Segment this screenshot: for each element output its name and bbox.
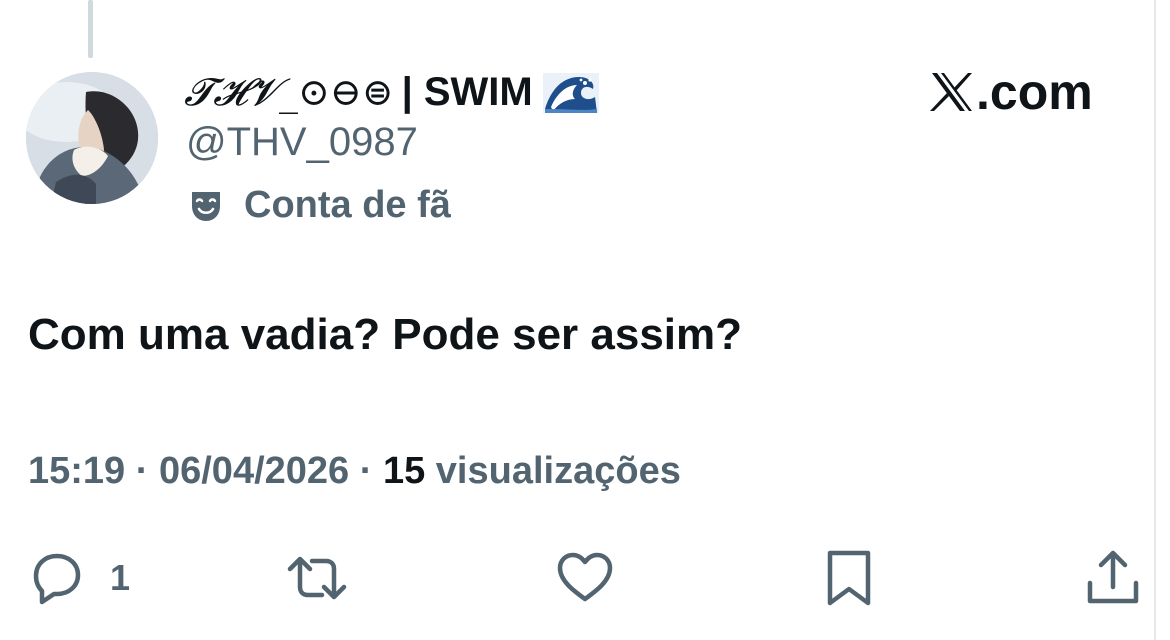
theater-mask-icon: [192, 191, 220, 221]
x-com-logo: .com: [930, 62, 1093, 122]
x-logo-icon: [930, 73, 972, 111]
display-name-bold: | SWIM: [401, 69, 533, 114]
reply-count: 1: [110, 557, 131, 598]
reply-icon: [33, 553, 81, 605]
author-handle[interactable]: @THV_0987: [186, 120, 418, 165]
meta-separator: ·: [135, 450, 149, 492]
retweet-button[interactable]: [286, 545, 348, 611]
tweet-action-bar: 1: [0, 545, 1170, 615]
fan-account-label: Conta de fã: [244, 184, 451, 226]
avatar[interactable]: [26, 72, 158, 204]
share-icon: [1087, 550, 1139, 604]
like-icon: [557, 552, 613, 602]
tweet-time[interactable]: 15:19: [28, 450, 125, 492]
tweet-text: Com uma vadia? Pode ser assim?: [28, 310, 743, 359]
reply-button[interactable]: 1: [26, 545, 130, 611]
meta-separator: ·: [359, 450, 373, 492]
bookmark-icon: [827, 550, 871, 606]
views-label: visualizações: [435, 450, 681, 492]
share-button[interactable]: [1082, 545, 1144, 611]
author-display-name[interactable]: 𝓣𝓗𝓥_⊙⊖⊜ | SWIM: [184, 66, 601, 118]
x-logo-domain-text: .com: [976, 64, 1093, 120]
fan-account-badge: Conta de fã: [188, 184, 451, 227]
tweet-metadata: 15:19 · 06/04/2026 · 15 visualizações: [28, 450, 681, 493]
retweet-icon: [287, 556, 347, 600]
views-count: 15: [382, 450, 426, 492]
bookmark-button[interactable]: [818, 545, 880, 611]
display-name-stylized: 𝓣𝓗𝓥_⊙⊖⊜: [184, 69, 394, 114]
wave-emoji-icon: [541, 69, 601, 115]
window-edge: [1154, 0, 1170, 640]
avatar-image: [26, 72, 158, 204]
like-button[interactable]: [554, 545, 616, 611]
tweet-date[interactable]: 06/04/2026: [159, 450, 349, 492]
thread-connector-line: [88, 0, 93, 58]
